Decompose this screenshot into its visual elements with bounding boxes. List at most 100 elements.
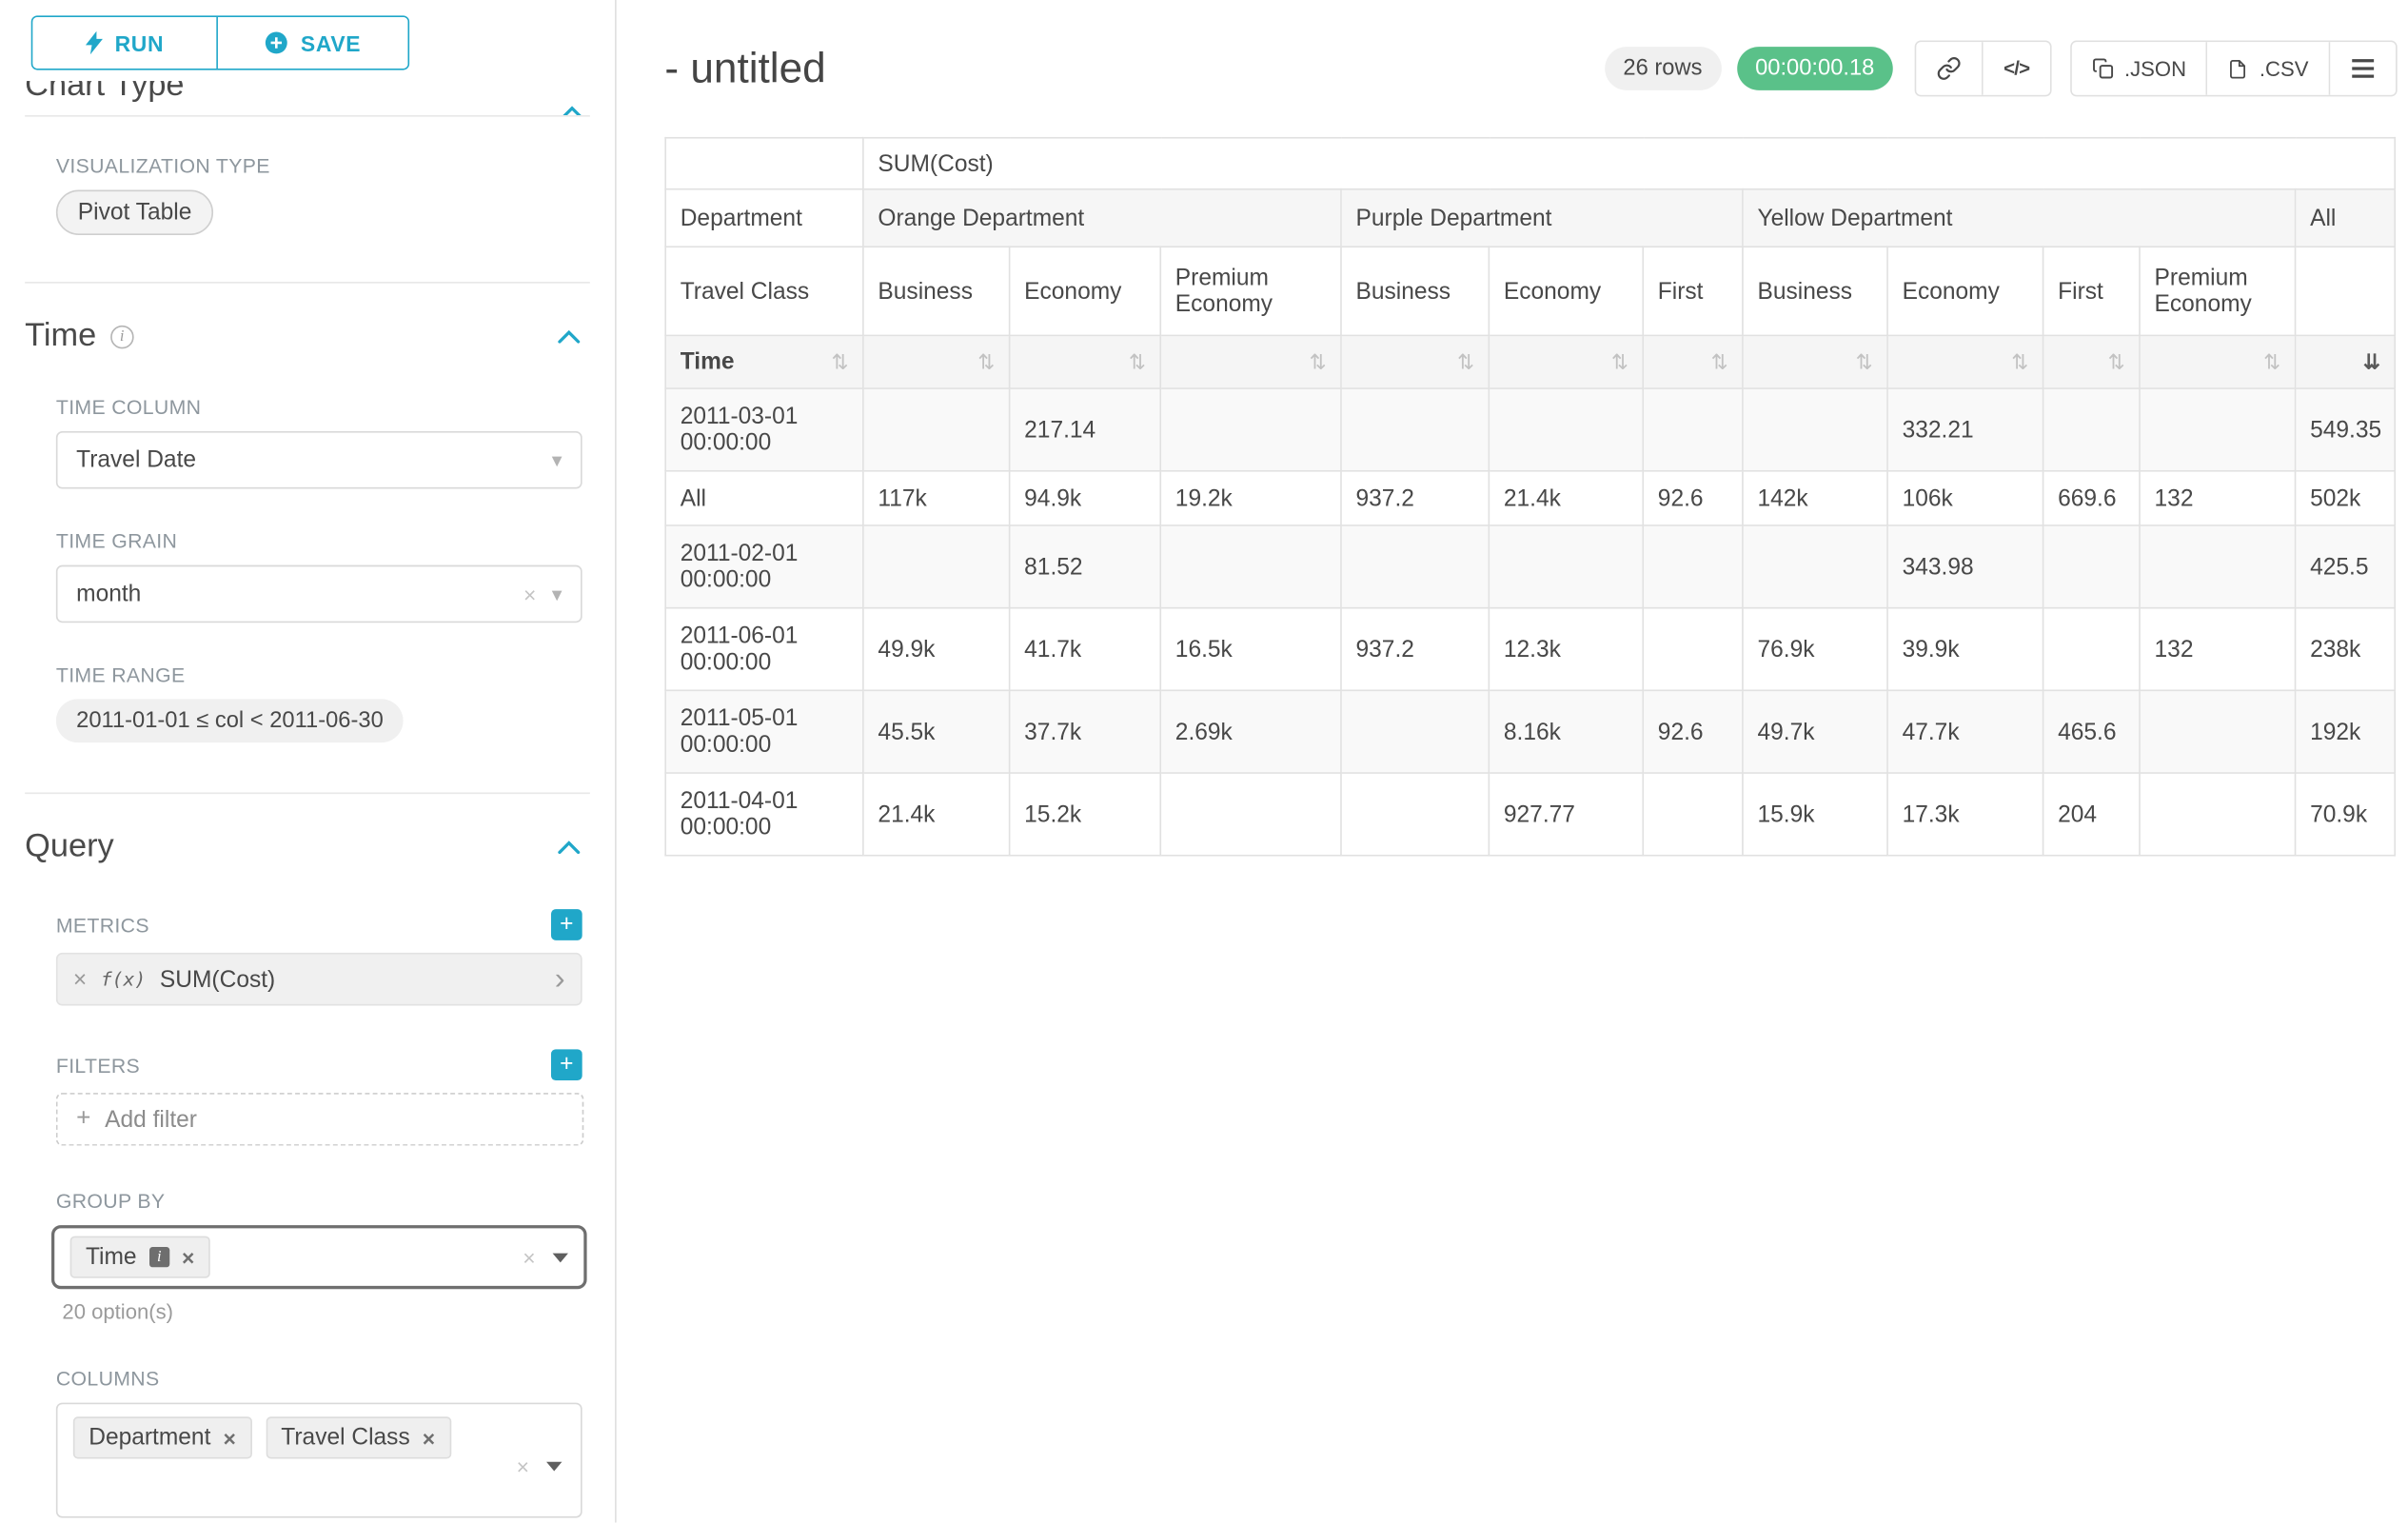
cell: 15.9k (1743, 773, 1887, 856)
control-panel: RUN SAVE Chart Type VISUALIZATION TYPE P… (0, 0, 617, 1523)
run-button-label: RUN (115, 30, 165, 55)
remove-chip-icon[interactable]: × (182, 1245, 194, 1270)
menu-button[interactable] (2330, 42, 2396, 95)
explore-view: RUN SAVE Chart Type VISUALIZATION TYPE P… (0, 0, 2408, 1523)
column-header-cell (2296, 247, 2396, 335)
time-column-label: TIME COLUMN (56, 395, 582, 419)
column-header-cell: Economy (1489, 247, 1643, 335)
visualization-type-pill[interactable]: Pivot Table (56, 190, 213, 235)
chevron-up-icon[interactable] (561, 106, 584, 115)
dropdown-arrow-icon[interactable] (546, 1462, 562, 1472)
cell (1160, 525, 1341, 608)
export-csv-label: .CSV (2260, 57, 2309, 81)
short-link-button[interactable] (1917, 42, 1984, 95)
clear-icon[interactable]: × (517, 1454, 529, 1479)
cell: 92.6 (1643, 690, 1743, 773)
sort-descending-icon[interactable]: ⇊ (2363, 350, 2380, 374)
column-header-cell: Economy (1887, 247, 2043, 335)
cell: 117k (863, 471, 1010, 525)
filters-label-row: FILTERS + (56, 1049, 582, 1080)
info-icon: i (110, 325, 134, 348)
add-filter-button[interactable]: + Add filter (56, 1093, 583, 1146)
clear-icon[interactable]: × (523, 582, 536, 606)
sort-row: Time ⇅ ⇅ ⇅ ⇅ ⇅ ⇅ ⇅ ⇅ ⇅ ⇅ ⇅ ⇊ (665, 335, 2395, 388)
cell: 47.7k (1887, 690, 2043, 773)
time-grain-value: month (76, 581, 141, 607)
remove-metric-icon[interactable]: × (73, 966, 87, 993)
col-dimension-cell: Department (665, 189, 863, 247)
sort-icon[interactable]: ⇅ (1856, 350, 1873, 374)
cell: 549.35 (2296, 388, 2396, 471)
add-filter-plus-button[interactable]: + (551, 1049, 582, 1080)
remove-chip-icon[interactable]: × (223, 1425, 235, 1450)
chevron-right-icon[interactable]: › (555, 963, 565, 995)
columns-label-row: COLUMNS (56, 1367, 582, 1391)
cell (863, 388, 1010, 471)
row-header: 2011-06-01 00:00:00 (665, 608, 863, 691)
share-button-group: </> (1915, 41, 2051, 97)
export-csv-button[interactable]: .CSV (2208, 42, 2330, 95)
column-header-cell: Premium Economy (2140, 247, 2296, 335)
columns-chip[interactable]: Travel Class × (266, 1416, 451, 1458)
remove-chip-icon[interactable]: × (423, 1425, 435, 1450)
metric-header-cell: SUM(Cost) (863, 138, 2395, 189)
save-button[interactable]: SAVE (218, 17, 408, 69)
sort-icon[interactable]: ⇅ (977, 350, 995, 374)
time-column-select[interactable]: Travel Date ▾ (56, 431, 582, 489)
plus-circle-icon (265, 31, 288, 55)
cell (1341, 388, 1489, 471)
chevron-up-icon[interactable] (558, 329, 582, 344)
clear-icon[interactable]: × (523, 1245, 535, 1270)
export-json-button[interactable]: .JSON (2071, 42, 2208, 95)
cell: 49.7k (1743, 690, 1887, 773)
query-section-header[interactable]: Query (25, 828, 590, 865)
group-by-options-hint: 20 option(s) (62, 1300, 615, 1324)
sort-icon[interactable]: ⇅ (2011, 350, 2028, 374)
columns-chip[interactable]: Department × (73, 1416, 251, 1458)
cell: 132 (2140, 608, 2296, 691)
time-grain-select[interactable]: month × ▾ (56, 565, 582, 623)
sort-icon[interactable]: ⇅ (2263, 350, 2280, 374)
cell: 238k (2296, 608, 2396, 691)
sort-icon[interactable]: ⇅ (1129, 350, 1146, 374)
cell (1341, 690, 1489, 773)
cell (1643, 773, 1743, 856)
cell: 343.98 (1887, 525, 2043, 608)
row-header: 2011-02-01 00:00:00 (665, 525, 863, 608)
columns-select[interactable]: Department × Travel Class × × (56, 1403, 582, 1518)
sort-icon[interactable]: ⇅ (1457, 350, 1474, 374)
cell (1743, 525, 1887, 608)
time-range-pill[interactable]: 2011-01-01 ≤ col < 2011-06-30 (56, 699, 404, 742)
cell: 204 (2043, 773, 2140, 856)
row-count-badge: 26 rows (1605, 47, 1721, 90)
column-header-cell: Premium Economy (1160, 247, 1341, 335)
chart-title[interactable]: - untitled (664, 45, 1604, 93)
plus-icon: + (76, 1105, 90, 1133)
group-by-chip[interactable]: Time i × (70, 1236, 210, 1278)
columns-chip-label: Travel Class (281, 1424, 409, 1451)
group-by-select[interactable]: Time i × × (51, 1225, 587, 1289)
chevron-up-icon[interactable] (558, 840, 582, 854)
cell: 76.9k (1743, 608, 1887, 691)
column-header-cell: Business (863, 247, 1010, 335)
time-section-header[interactable]: Time i (25, 318, 590, 355)
row-dimension-cell: Time ⇅ (665, 335, 863, 388)
sort-icon[interactable]: ⇅ (1711, 350, 1728, 374)
metric-chip[interactable]: × f(x) SUM(Cost) › (56, 953, 582, 1006)
dropdown-arrow-icon[interactable] (553, 1253, 568, 1262)
sort-icon[interactable]: ⇅ (832, 349, 849, 374)
embed-code-button[interactable]: </> (1984, 42, 2050, 95)
cell (1643, 525, 1743, 608)
run-button[interactable]: RUN (32, 17, 218, 69)
cell: 19.2k (1160, 471, 1341, 525)
cell (2140, 690, 2296, 773)
sort-icon[interactable]: ⇅ (2108, 350, 2125, 374)
add-metric-button[interactable]: + (551, 909, 582, 940)
columns-chip-label: Department (89, 1424, 210, 1451)
chart-type-section: Chart Type (25, 81, 590, 115)
link-icon (1937, 56, 1962, 81)
time-column-field: TIME COLUMN Travel Date ▾ (56, 395, 582, 488)
sort-icon[interactable]: ⇅ (1611, 350, 1628, 374)
sort-icon[interactable]: ⇅ (1310, 350, 1327, 374)
column-header-cell: First (2043, 247, 2140, 335)
